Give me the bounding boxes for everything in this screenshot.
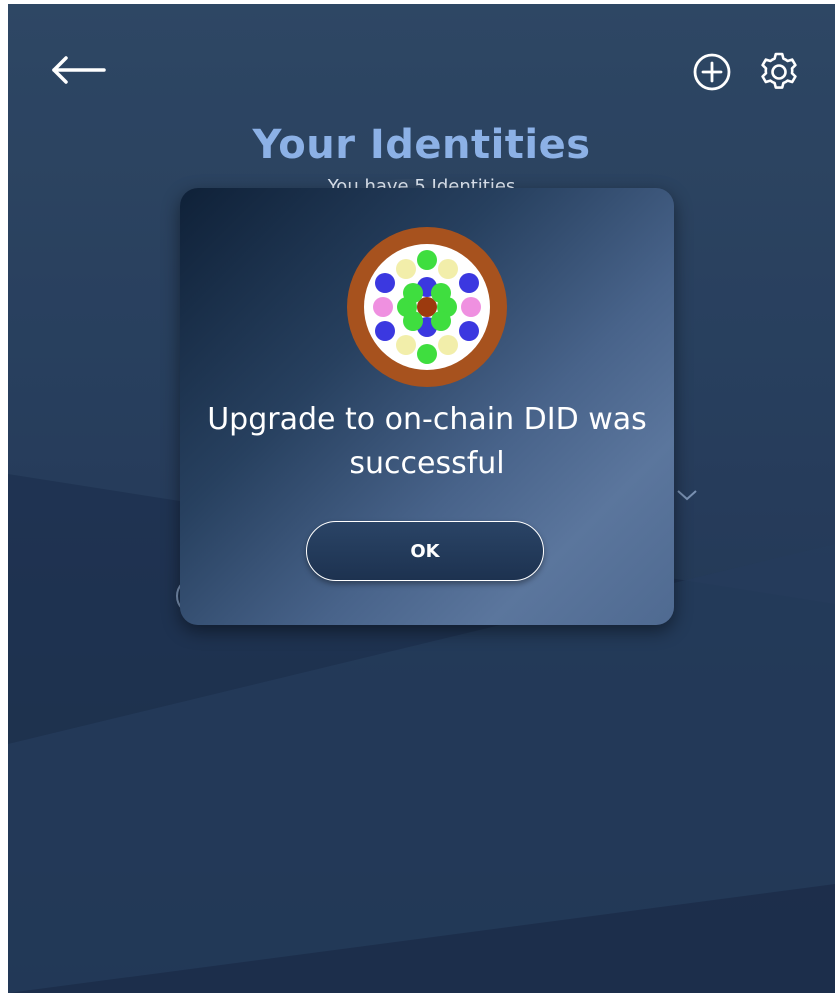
chevron-down-icon	[677, 490, 697, 501]
ok-button[interactable]: OK	[306, 521, 544, 581]
arrow-left-icon[interactable]	[48, 50, 108, 90]
identities-screen: Your Identities You have 5 Identities Up…	[8, 4, 835, 993]
gear-icon[interactable]	[755, 48, 803, 96]
dialog-message: Upgrade to on-chain DID was successful	[207, 402, 647, 481]
page-title: Your Identities	[252, 122, 591, 168]
success-dialog: Upgrade to on-chain DID was successful O…	[180, 188, 674, 625]
plus-circle-icon[interactable]	[691, 51, 733, 93]
identicon-avatar	[347, 227, 507, 387]
